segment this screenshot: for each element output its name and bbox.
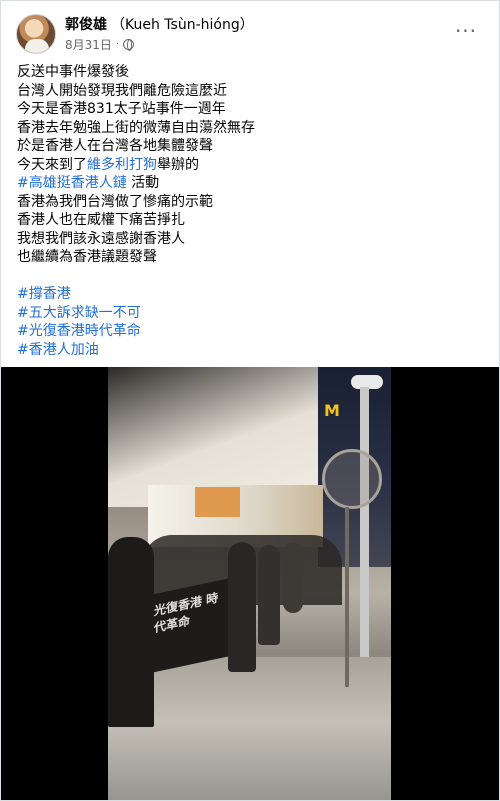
hashtag-link[interactable]: #光復香港時代革命 <box>17 322 487 341</box>
post-line: 今天來到了維多利打狗舉辦的 <box>17 156 487 175</box>
post-line: #高雄挺香港人鏈 活動 <box>17 174 487 193</box>
post-line: 台灣人開始發現我們離危險這麼近 <box>17 82 227 99</box>
video-frame[interactable]: M 光復香港 時代革命 <box>108 367 391 800</box>
hashtag-link[interactable]: #五大訴求缺一不可 <box>17 304 487 323</box>
post-line: 我想我們該永遠感謝香港人 <box>17 230 185 247</box>
post-line: 今天是香港831太子站事件一週年 <box>17 101 226 117</box>
protester-figure <box>258 545 280 645</box>
sign-pole <box>345 507 349 687</box>
post-date[interactable]: 8月31日 <box>65 36 112 53</box>
post-line-prefix: 今天來到了 <box>17 156 87 173</box>
shop-banner <box>195 487 240 517</box>
avatar[interactable] <box>16 14 56 54</box>
protester-figure <box>283 543 303 613</box>
post-meta: 8月31日 · <box>65 36 135 53</box>
hashtag-link[interactable]: #高雄挺香港人鏈 <box>17 175 127 191</box>
post-line: 香港人也在威權下痛苦掙扎 <box>17 212 185 228</box>
protester-figure <box>228 542 256 672</box>
meta-separator: · <box>115 39 120 50</box>
globe-icon[interactable] <box>123 39 135 51</box>
author-translit[interactable]: （Kueh Tsùn-hióng） <box>111 17 254 33</box>
post-line-suffix: 活動 <box>126 175 160 191</box>
post-text: 反送中事件爆發後 台灣人開始發現我們離危險這麼近 今天是香港831太子站事件一週… <box>17 63 487 359</box>
hashtag-link[interactable]: #撐香港 <box>17 285 487 304</box>
post-card: 郭俊雄 （Kueh Tsùn-hióng） 8月31日 · ··· 反送中事件爆發… <box>0 0 500 801</box>
post-header: 郭俊雄 （Kueh Tsùn-hióng） 8月31日 · ··· <box>1 1 499 59</box>
round-road-sign <box>322 449 382 509</box>
author-name-text[interactable]: 郭俊雄 <box>65 17 107 33</box>
mention-link[interactable]: 維多利打狗 <box>87 157 157 173</box>
post-line: 香港為我們台灣做了慘痛的示範 <box>17 193 213 210</box>
author-name[interactable]: 郭俊雄 （Kueh Tsùn-hióng） <box>65 14 254 34</box>
post-video[interactable]: M 光復香港 時代革命 <box>1 367 499 800</box>
post-line-suffix: 舉辦的 <box>157 156 199 173</box>
post-line: 反送中事件爆發後 <box>17 64 129 80</box>
post-line: 於是香港人在台灣各地集體發聲 <box>17 138 213 154</box>
post-line: 也繼續為香港議題發聲 <box>17 249 157 265</box>
hashtag-link[interactable]: #香港人加油 <box>17 341 487 360</box>
post-line: 香港去年勉強上街的微薄自由蕩然無存 <box>17 119 255 136</box>
more-icon[interactable]: ··· <box>453 21 479 41</box>
mcdonalds-sign: M <box>324 401 340 420</box>
